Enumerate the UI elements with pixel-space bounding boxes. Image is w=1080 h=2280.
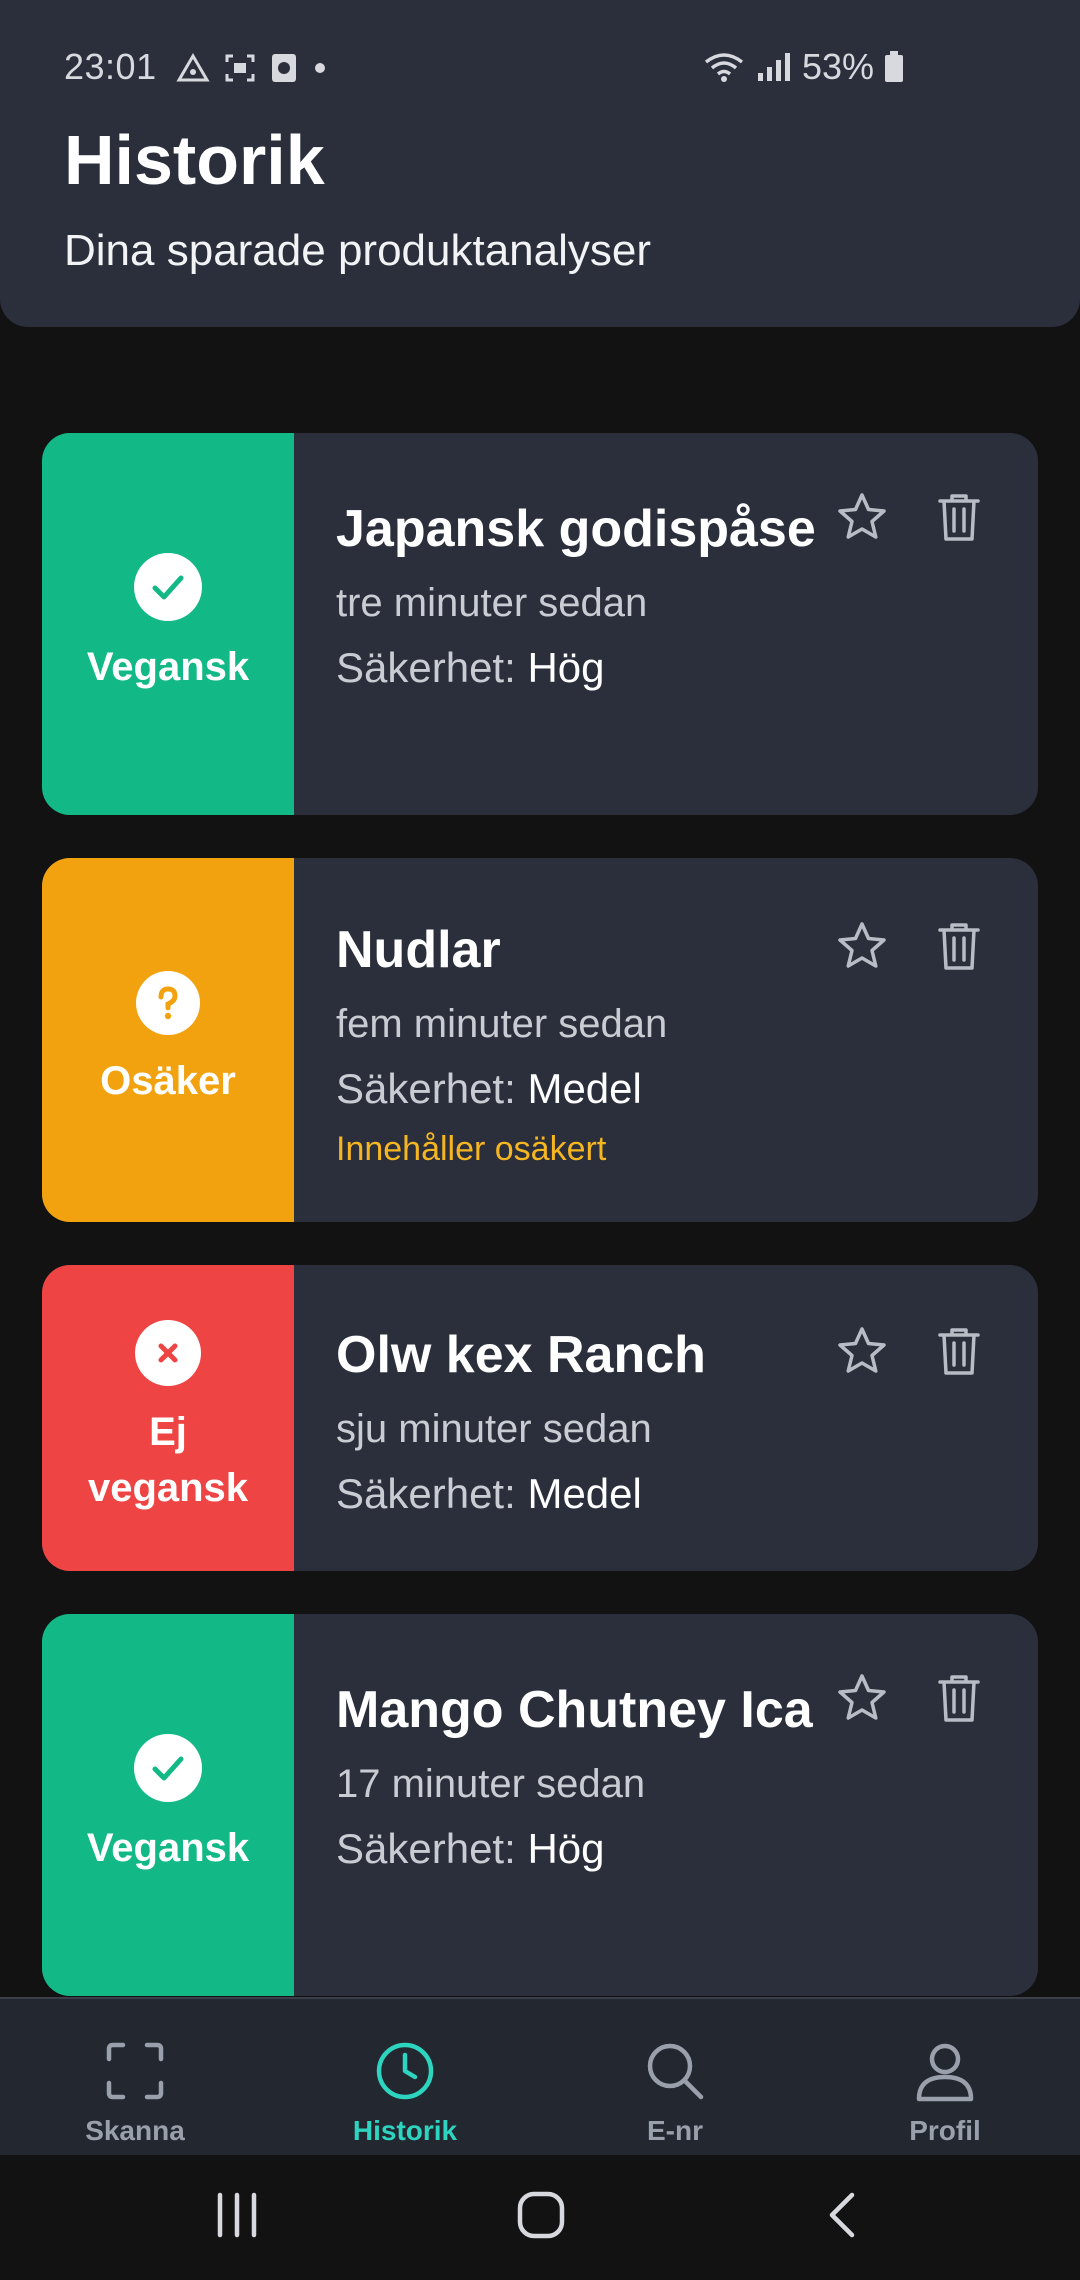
- product-name: Mango Chutney Ica: [336, 1681, 813, 1739]
- triangle-alert-icon: [176, 53, 210, 83]
- system-nav-bar: [0, 2155, 1080, 2280]
- warning-text: Innehåller osäkert: [336, 1130, 607, 1168]
- security-label: Säkerhet:: [336, 1470, 516, 1517]
- signal-icon: [756, 51, 792, 83]
- security-value: Hög: [527, 644, 605, 691]
- security-value: Hög: [527, 1825, 605, 1872]
- status-panel-not-vegan: Ej vegansk: [42, 1265, 294, 1571]
- bottom-nav: Skanna Historik E-nr Profil: [0, 1997, 1080, 2155]
- recent-apps-icon[interactable]: [212, 2189, 262, 2246]
- status-icons-right: 53%: [702, 46, 904, 88]
- nav-label: E-nr: [647, 2115, 703, 2146]
- card-actions: [836, 1672, 982, 1724]
- card-body: Mango Chutney Ica 17 minuter sedan Säker…: [336, 1670, 816, 1884]
- camera-icon: [270, 52, 298, 84]
- timestamp: 17 minuter sedan: [336, 1762, 646, 1806]
- nav-item-e-nr[interactable]: E-nr: [540, 1999, 810, 2157]
- status-panel-vegan: Vegansk: [42, 433, 294, 815]
- security-label: Säkerhet:: [336, 1065, 516, 1112]
- trash-icon[interactable]: [936, 491, 982, 543]
- status-panel-vegan: Vegansk: [42, 1614, 294, 1996]
- status-bar: 23:01 53%: [0, 42, 1080, 94]
- nav-item-skanna[interactable]: Skanna: [0, 1999, 270, 2157]
- nav-label: Profil: [909, 2115, 981, 2146]
- question-icon: [136, 971, 200, 1035]
- star-icon[interactable]: [836, 491, 888, 543]
- star-icon[interactable]: [836, 920, 888, 972]
- timestamp: fem minuter sedan: [336, 1002, 668, 1046]
- scan-icon: [103, 2039, 167, 2103]
- star-icon[interactable]: [836, 1672, 888, 1724]
- security-line: Säkerhet: Medel: [336, 1054, 816, 1124]
- product-name: Olw kex Ranch: [336, 1326, 706, 1384]
- timestamp: sju minuter sedan: [336, 1407, 652, 1451]
- clock-icon: [373, 2039, 437, 2103]
- search-icon: [643, 2039, 707, 2103]
- dot-icon: [312, 60, 328, 76]
- trash-icon[interactable]: [936, 920, 982, 972]
- card-body: Nudlar fem minuter sedan Säkerhet: Medel…: [336, 910, 816, 1174]
- star-icon[interactable]: [836, 1325, 888, 1377]
- trash-icon[interactable]: [936, 1672, 982, 1724]
- product-name: Nudlar: [336, 921, 501, 979]
- status-label: Vegansk: [86, 645, 250, 689]
- header: 23:01 53% Historik Dina sparade produkta…: [0, 0, 1080, 327]
- history-card[interactable]: Vegansk Japansk godispåse tre minuter se…: [42, 433, 1038, 815]
- screenshot-icon: [224, 53, 256, 83]
- status-label: Vegansk: [86, 1826, 250, 1870]
- security-line: Säkerhet: Hög: [336, 633, 816, 703]
- nav-label: Historik: [352, 2115, 458, 2146]
- security-line: Säkerhet: Medel: [336, 1459, 816, 1529]
- nav-label: Skanna: [85, 2115, 185, 2146]
- page-subtitle: Dina sparade produktanalyser: [64, 226, 652, 275]
- security-value: Medel: [527, 1470, 642, 1517]
- card-body: Olw kex Ranch sju minuter sedan Säkerhet…: [336, 1315, 816, 1529]
- nav-item-profil[interactable]: Profil: [810, 1999, 1080, 2157]
- trash-icon[interactable]: [936, 1325, 982, 1377]
- battery-percent: 53%: [801, 46, 874, 87]
- security-label: Säkerhet:: [336, 1825, 516, 1872]
- history-card[interactable]: Ej vegansk Olw kex Ranch sju minuter sed…: [42, 1265, 1038, 1571]
- check-icon: [134, 553, 202, 621]
- timestamp: tre minuter sedan: [336, 581, 648, 625]
- x-icon: [135, 1320, 201, 1386]
- card-actions: [836, 920, 982, 972]
- status-icons-left: [176, 52, 328, 84]
- security-line: Säkerhet: Hög: [336, 1814, 816, 1884]
- security-value: Medel: [527, 1065, 642, 1112]
- check-icon: [134, 1734, 202, 1802]
- home-icon[interactable]: [515, 2189, 567, 2246]
- back-icon[interactable]: [820, 2189, 864, 2246]
- screen: 23:01 53% Historik Dina sparade produkta…: [0, 0, 1080, 2280]
- card-actions: [836, 1325, 982, 1377]
- history-card[interactable]: Vegansk Mango Chutney Ica 17 minuter sed…: [42, 1614, 1038, 1996]
- nav-item-historik[interactable]: Historik: [270, 1999, 540, 2157]
- status-panel-uncertain: Osäker: [42, 858, 294, 1222]
- page-title: Historik: [64, 121, 325, 199]
- card-body: Japansk godispåse tre minuter sedan Säke…: [336, 489, 816, 703]
- status-time: 23:01: [64, 46, 157, 87]
- history-card[interactable]: Osäker Nudlar fem minuter sedan Säkerhet…: [42, 858, 1038, 1222]
- status-label: Ej vegansk: [87, 1410, 249, 1510]
- wifi-icon: [702, 50, 746, 84]
- product-name: Japansk godispåse: [336, 500, 816, 558]
- card-actions: [836, 491, 982, 543]
- user-icon: [913, 2039, 977, 2103]
- security-label: Säkerhet:: [336, 644, 516, 691]
- battery-icon: [884, 51, 904, 83]
- status-label: Osäker: [100, 1059, 236, 1103]
